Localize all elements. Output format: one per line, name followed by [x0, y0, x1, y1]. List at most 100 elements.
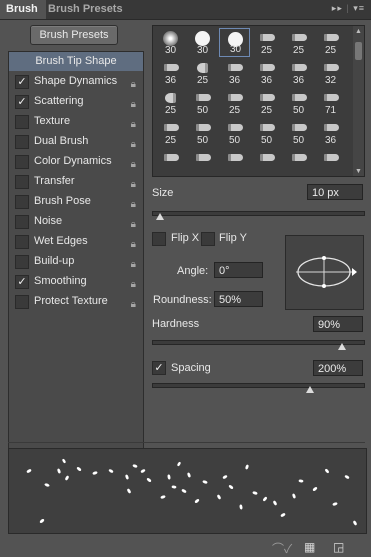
- brush-tip-size: 25: [228, 105, 241, 116]
- brush-tip[interactable]: 25: [155, 118, 186, 147]
- list-item-smoothing[interactable]: ✓ Smoothing 🔒︎: [9, 272, 143, 291]
- flyout-menu-icon[interactable]: ▾≡: [353, 3, 365, 13]
- brush-tip[interactable]: 30: [187, 28, 218, 57]
- checkbox[interactable]: [15, 195, 29, 209]
- brush-presets-button[interactable]: Brush Presets: [30, 25, 118, 45]
- scroll-up-icon[interactable]: ▲: [355, 28, 362, 35]
- checkbox[interactable]: [15, 215, 29, 229]
- brush-tip[interactable]: 50: [283, 118, 314, 147]
- spacing-slider-thumb[interactable]: [306, 386, 315, 393]
- list-item-brush-pose[interactable]: Brush Pose 🔒︎: [9, 192, 143, 211]
- brush-tip[interactable]: 36: [155, 58, 186, 87]
- grid-icon[interactable]: ▦: [304, 540, 315, 554]
- list-item-label: Protect Texture: [34, 295, 108, 307]
- checkbox[interactable]: ✓: [15, 95, 29, 109]
- brush-tip[interactable]: [219, 148, 250, 176]
- list-item-brush-tip-shape[interactable]: Brush Tip Shape: [9, 52, 143, 71]
- brush-tip[interactable]: 25: [155, 88, 186, 117]
- tab-brush-presets[interactable]: Brush Presets: [42, 0, 129, 19]
- brush-tip-size: 30: [229, 44, 242, 55]
- list-item-protect-texture[interactable]: Protect Texture 🔒︎: [9, 292, 143, 311]
- flip-x-label: Flip X: [171, 232, 200, 244]
- angle-label: Angle:: [177, 265, 209, 277]
- checkbox[interactable]: [15, 255, 29, 269]
- grid-scrollbar[interactable]: ▲ ▼: [353, 26, 364, 176]
- list-item-transfer[interactable]: Transfer 🔒︎: [9, 172, 143, 191]
- hardness-slider-track[interactable]: [152, 340, 365, 345]
- hardness-slider-thumb[interactable]: [337, 343, 346, 350]
- checkbox[interactable]: ✓: [15, 275, 29, 289]
- list-item-dual-brush[interactable]: Dual Brush 🔒︎: [9, 132, 143, 151]
- bristle-brush-icon: [164, 124, 179, 131]
- hardness-field[interactable]: 90%: [313, 316, 363, 332]
- list-item-noise[interactable]: Noise 🔒︎: [9, 212, 143, 231]
- lock-icon[interactable]: 🔒︎: [131, 295, 136, 314]
- checkbox[interactable]: [15, 135, 29, 149]
- brush-tip[interactable]: [155, 148, 186, 176]
- brush-tip[interactable]: 36: [219, 58, 250, 87]
- bristle-brush-icon: [324, 34, 339, 41]
- collapse-icon[interactable]: ▸▸: [332, 3, 343, 13]
- brush-tip[interactable]: 71: [315, 88, 346, 117]
- brush-tip[interactable]: 25: [283, 28, 314, 57]
- flip-y-label: Flip Y: [219, 232, 247, 244]
- checkbox[interactable]: ✓: [15, 75, 29, 89]
- brush-tip[interactable]: [315, 148, 346, 176]
- brush-edit-icon[interactable]: ⌒✓: [272, 540, 292, 557]
- scroll-down-icon[interactable]: ▼: [355, 168, 362, 175]
- brush-tip[interactable]: 25: [219, 88, 250, 117]
- spacing-field[interactable]: 200%: [313, 360, 363, 376]
- list-item-build-up[interactable]: Build-up 🔒︎: [9, 252, 143, 271]
- list-item-shape-dynamics[interactable]: ✓ Shape Dynamics 🔒︎: [9, 72, 143, 91]
- brush-tip[interactable]: [187, 148, 218, 176]
- roundness-field[interactable]: 50%: [214, 291, 263, 307]
- list-item-color-dynamics[interactable]: Color Dynamics 🔒︎: [9, 152, 143, 171]
- spacing-slider-track[interactable]: [152, 383, 365, 388]
- brush-tip-size: 36: [324, 135, 337, 146]
- brush-tip[interactable]: 50: [187, 118, 218, 147]
- brush-tip[interactable]: [251, 148, 282, 176]
- new-preset-icon[interactable]: ◲: [333, 540, 344, 554]
- tab-brush[interactable]: Brush: [0, 0, 46, 19]
- brush-tip-size: 50: [196, 135, 209, 146]
- brush-tip[interactable]: 30: [155, 28, 186, 57]
- size-field[interactable]: 10 px: [307, 184, 363, 200]
- brush-tip[interactable]: 25: [251, 28, 282, 57]
- brush-tip[interactable]: 36: [283, 58, 314, 87]
- brush-tip[interactable]: 36: [251, 58, 282, 87]
- bristle-brush-icon: [324, 64, 339, 71]
- panel-bottom-bar: ⌒✓ ▦ ◲: [0, 537, 371, 557]
- checkbox[interactable]: [15, 235, 29, 249]
- checkbox[interactable]: [15, 155, 29, 169]
- brush-tip-size: 50: [260, 135, 273, 146]
- flip-x-checkbox[interactable]: [152, 232, 166, 246]
- brush-tip[interactable]: 50: [219, 118, 250, 147]
- brush-tip[interactable]: [283, 148, 314, 176]
- size-slider-thumb[interactable]: [156, 213, 165, 220]
- brush-tip[interactable]: 25: [251, 88, 282, 117]
- brush-tip[interactable]: 50: [251, 118, 282, 147]
- brush-tip[interactable]: 30: [219, 28, 250, 57]
- brush-tip[interactable]: 25: [187, 58, 218, 87]
- brush-tip[interactable]: 50: [283, 88, 314, 117]
- checkbox[interactable]: [15, 115, 29, 129]
- brush-tip-size: 25: [164, 105, 177, 116]
- brush-tip[interactable]: 36: [315, 118, 346, 147]
- angle-field[interactable]: 0°: [214, 262, 263, 278]
- bristle-brush-icon: [292, 124, 307, 131]
- brush-tip[interactable]: 32: [315, 58, 346, 87]
- list-item-label: Dual Brush: [34, 135, 89, 147]
- angle-roundness-widget[interactable]: [285, 235, 364, 310]
- checkbox[interactable]: [15, 295, 29, 309]
- list-item-scattering[interactable]: ✓ Scattering 🔒︎: [9, 92, 143, 111]
- spacing-checkbox[interactable]: ✓: [152, 361, 166, 375]
- brush-tip[interactable]: 25: [315, 28, 346, 57]
- list-item-texture[interactable]: Texture 🔒︎: [9, 112, 143, 131]
- checkbox[interactable]: [15, 175, 29, 189]
- size-slider-track[interactable]: [152, 211, 365, 216]
- scroll-thumb[interactable]: [355, 42, 362, 60]
- list-item-wet-edges[interactable]: Wet Edges 🔒︎: [9, 232, 143, 251]
- brush-tip[interactable]: 50: [187, 88, 218, 117]
- flip-y-checkbox[interactable]: [201, 232, 215, 246]
- bristle-brush-icon: [292, 154, 307, 161]
